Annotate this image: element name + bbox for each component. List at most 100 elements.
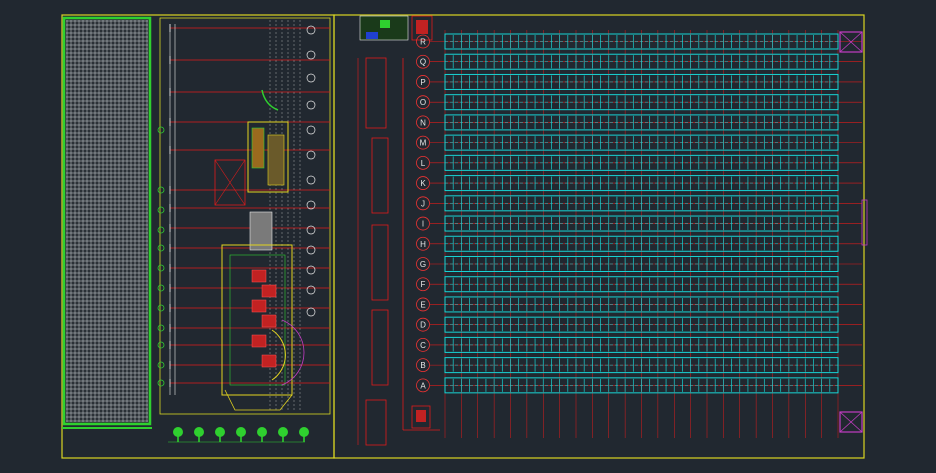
row-label-text: F <box>421 280 426 289</box>
legend-swatch <box>380 20 390 28</box>
row-label-text: G <box>420 260 426 269</box>
row-label-text: Q <box>420 58 426 67</box>
grid-bubble <box>157 186 165 194</box>
column-bubble <box>306 125 316 135</box>
column-bubble <box>306 245 316 255</box>
row-label: E <box>416 297 430 312</box>
row-label: O <box>416 95 430 110</box>
row-label-text: P <box>420 78 425 87</box>
grid-bubble <box>157 284 165 292</box>
building-floor-plan <box>157 20 330 411</box>
row-label: N <box>416 115 430 130</box>
grid-bubble <box>157 226 165 234</box>
seating-block <box>251 334 267 348</box>
row-label-text: J <box>421 199 425 208</box>
loading-dock <box>365 57 387 129</box>
grid-bubble <box>157 324 165 332</box>
row-label: P <box>416 75 430 89</box>
row-label-text: L <box>421 159 426 168</box>
tree-trunk <box>282 436 284 442</box>
row-label: F <box>416 277 430 292</box>
legend-swatch <box>366 32 378 39</box>
row-label-text: I <box>422 220 424 229</box>
grid-bubble <box>157 206 165 214</box>
row-label: G <box>416 257 430 271</box>
loading-dock <box>371 224 389 301</box>
grid-bubble <box>157 126 165 134</box>
seating-block <box>261 284 277 298</box>
row-label: L <box>416 155 430 170</box>
grid-bubble <box>157 361 165 369</box>
row-label-text: B <box>420 361 425 370</box>
column-bubble <box>306 307 316 317</box>
row-label-text: C <box>420 341 426 350</box>
row-label: I <box>416 216 430 231</box>
tree-icon <box>236 427 246 437</box>
tree-icon <box>257 427 267 437</box>
tree-trunk <box>261 436 263 442</box>
tree-icon <box>299 427 309 437</box>
column-bubble <box>306 25 316 35</box>
grid-bubble <box>157 304 165 312</box>
row-label: B <box>416 358 430 373</box>
column-bubble <box>306 50 316 60</box>
tree-trunk <box>219 436 221 442</box>
column-bubble <box>306 285 316 295</box>
row-label-column: R Q P O N M L K J I H G F E D C B A <box>416 34 430 393</box>
row-label-text: N <box>420 118 426 127</box>
row-label-text: H <box>420 240 426 249</box>
loading-dock <box>371 309 389 386</box>
grid-bubble <box>157 244 165 252</box>
row-label: C <box>416 337 430 352</box>
storage-layout-plan <box>357 15 868 446</box>
row-label-text: E <box>420 300 425 309</box>
column-bubble <box>306 150 316 160</box>
row-label: A <box>416 378 430 393</box>
seating-block <box>251 299 267 313</box>
tree-trunk <box>198 436 200 442</box>
tree-icon <box>278 427 288 437</box>
row-label-text: A <box>420 381 426 390</box>
grid-bubble <box>157 341 165 349</box>
column-bubble <box>306 225 316 235</box>
site-grid-panel <box>62 16 152 429</box>
grid-bubble <box>157 379 165 387</box>
column-bubble <box>306 265 316 275</box>
main-hall-outline <box>221 244 293 396</box>
row-label-text: O <box>420 98 426 107</box>
row-label: D <box>416 317 430 332</box>
tree-row <box>168 427 309 443</box>
tree-trunk <box>240 436 242 442</box>
left-sheet-inner-frame <box>159 17 331 415</box>
tree-trunk <box>177 436 179 442</box>
row-label: H <box>416 236 430 251</box>
row-label-text: R <box>420 38 426 47</box>
row-label-text: M <box>420 139 427 148</box>
loading-dock <box>365 399 387 446</box>
stair-block <box>251 127 265 169</box>
legend-swatch <box>416 20 428 34</box>
row-label: M <box>416 135 430 150</box>
tree-trunk <box>303 436 305 442</box>
row-label: J <box>416 196 430 211</box>
row-label-text: D <box>420 321 426 330</box>
tree-icon <box>173 427 183 437</box>
row-label: K <box>416 176 430 190</box>
column-bubble <box>306 73 316 83</box>
grid-bubble <box>157 264 165 272</box>
core-block <box>249 211 273 251</box>
tree-icon <box>194 427 204 437</box>
column-bubble <box>306 175 316 185</box>
tree-icon <box>215 427 225 437</box>
room-fill <box>267 134 285 186</box>
row-label: R <box>416 34 430 49</box>
seating-block <box>251 269 267 283</box>
row-label-text: K <box>420 179 426 188</box>
seating-block <box>261 354 277 368</box>
corner-symbol-fill <box>416 410 426 422</box>
loading-dock <box>371 137 389 214</box>
seating-block <box>261 314 277 328</box>
row-label: Q <box>416 54 430 69</box>
cad-drawing-canvas[interactable]: R Q P O N M L K J I H G F E D C B A <box>0 0 936 473</box>
column-bubble <box>306 100 316 110</box>
